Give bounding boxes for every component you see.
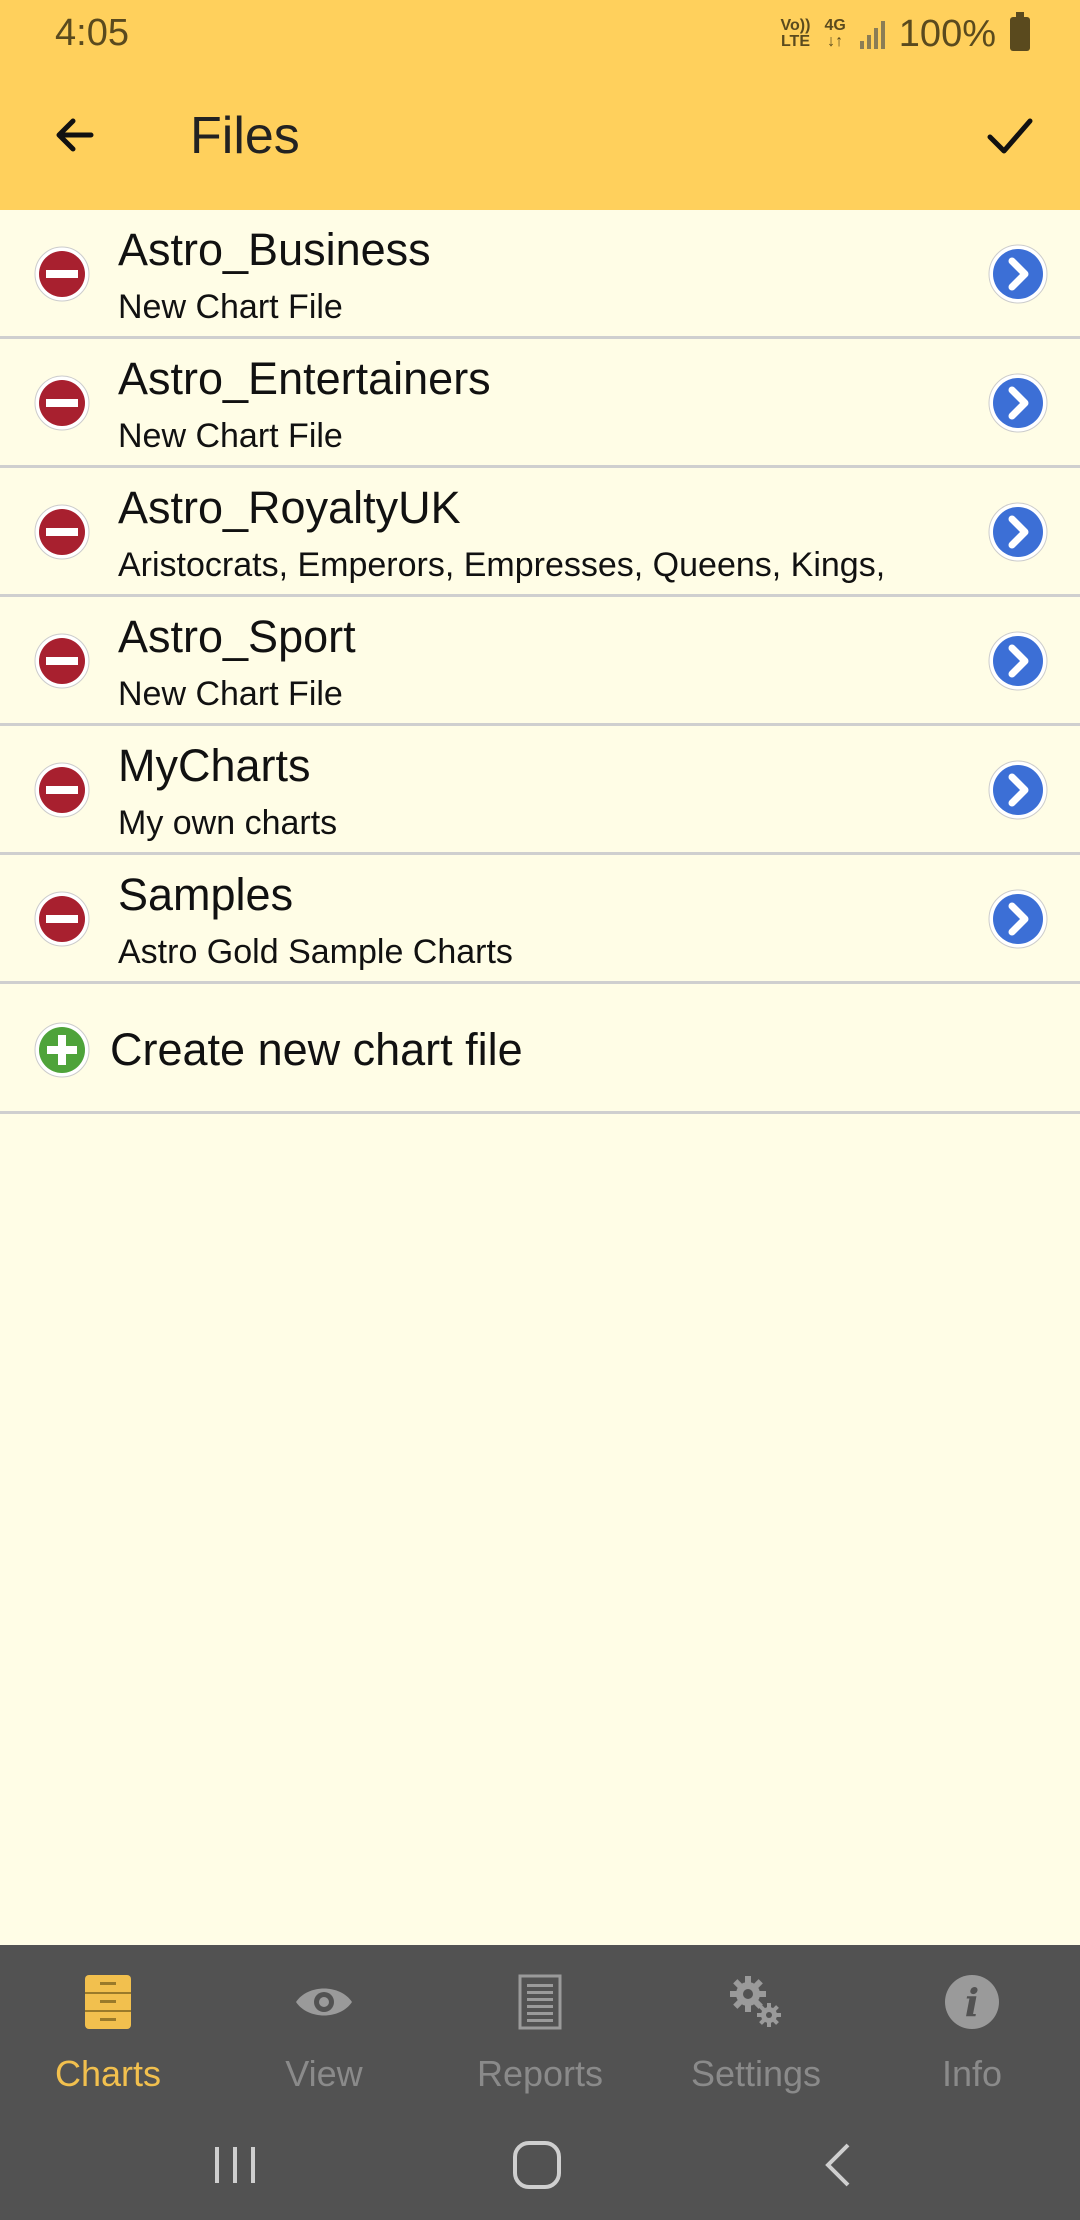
remove-icon[interactable] <box>34 762 90 818</box>
status-icons: Vo)) LTE 4G ↓↑ 100% <box>781 12 1030 56</box>
status-bar: 4:05 Vo)) LTE 4G ↓↑ 100% <box>0 0 1080 68</box>
chevron-left-icon <box>825 2143 850 2187</box>
chevron-right-circle-icon[interactable] <box>988 373 1048 433</box>
file-description: My own charts <box>118 804 338 842</box>
network-4g-icon: 4G ↓↑ <box>824 17 846 50</box>
file-description: Aristocrats, Emperors, Empresses, Queens… <box>118 546 886 584</box>
battery-icon <box>1010 12 1030 51</box>
chevron-right-circle-icon[interactable] <box>988 631 1048 691</box>
chevron-right-circle-icon[interactable] <box>988 502 1048 562</box>
recent-apps-icon <box>215 2147 255 2183</box>
confirm-button[interactable] <box>975 100 1045 170</box>
nav-charts[interactable]: Charts <box>0 1945 216 2105</box>
chevron-right-circle-icon[interactable] <box>988 889 1048 949</box>
file-description: New Chart File <box>118 417 343 455</box>
nav-info-label: Info <box>941 2053 1003 2094</box>
page-title: Files <box>190 107 300 165</box>
system-navigation-bar <box>0 2105 1080 2220</box>
system-back-button[interactable] <box>810 2137 870 2193</box>
remove-icon[interactable] <box>34 633 90 689</box>
nav-settings-label: Settings <box>690 2053 822 2094</box>
file-name: MyCharts <box>118 740 311 791</box>
status-time: 4:05 <box>55 12 129 54</box>
chevron-right-circle-icon[interactable] <box>988 760 1048 820</box>
info-icon: i <box>941 1971 1003 2033</box>
chevron-right-circle-icon[interactable] <box>988 244 1048 304</box>
file-name: Astro_RoyaltyUK <box>118 482 461 533</box>
back-button[interactable] <box>40 100 110 170</box>
remove-icon[interactable] <box>34 504 90 560</box>
app-header: 4:05 Vo)) LTE 4G ↓↑ 100% Files <box>0 0 1080 210</box>
document-icon <box>509 1971 571 2033</box>
recent-apps-button[interactable] <box>205 2137 265 2193</box>
create-new-file-label: Create new chart file <box>110 1024 523 1075</box>
file-row[interactable]: MyCharts My own charts <box>0 726 1080 855</box>
remove-icon[interactable] <box>34 891 90 947</box>
nav-info[interactable]: i Info <box>864 1945 1080 2105</box>
file-cabinet-icon <box>77 1971 139 2033</box>
create-new-file-row[interactable]: Create new chart file <box>0 984 1080 1114</box>
file-row[interactable]: Astro_Business New Chart File <box>0 210 1080 339</box>
remove-icon[interactable] <box>34 246 90 302</box>
file-row[interactable]: Astro_RoyaltyUK Aristocrats, Emperors, Em… <box>0 468 1080 597</box>
gears-icon <box>725 1971 787 2033</box>
file-name: Astro_Business <box>118 224 431 275</box>
nav-reports[interactable]: Reports <box>432 1945 648 2105</box>
home-button[interactable] <box>507 2137 567 2193</box>
file-name: Astro_Entertainers <box>118 353 491 404</box>
nav-charts-label: Charts <box>54 2053 162 2094</box>
file-row[interactable]: Astro_Entertainers New Chart File <box>0 339 1080 468</box>
battery-percent: 100% <box>898 12 996 55</box>
eye-icon <box>293 1971 355 2033</box>
file-name: Astro_Sport <box>118 611 356 662</box>
checkmark-icon <box>987 118 1033 154</box>
file-list: Astro_Business New Chart File Astro_Entert… <box>0 210 1080 1114</box>
svg-text:i: i <box>965 1980 979 2025</box>
nav-view-label: View <box>285 2053 363 2094</box>
file-description: Astro Gold Sample Charts <box>118 933 513 971</box>
nav-settings[interactable]: Settings <box>648 1945 864 2105</box>
signal-icon <box>859 19 885 49</box>
home-icon <box>513 2141 561 2189</box>
add-icon[interactable] <box>34 1022 90 1078</box>
file-description: New Chart File <box>118 675 343 713</box>
file-row[interactable]: Samples Astro Gold Sample Charts <box>0 855 1080 984</box>
file-row[interactable]: Astro_Sport New Chart File <box>0 597 1080 726</box>
nav-view[interactable]: View <box>216 1945 432 2105</box>
file-name: Samples <box>118 869 294 920</box>
nav-reports-label: Reports <box>476 2053 604 2094</box>
volte-icon: Vo)) LTE <box>780 17 811 50</box>
bottom-navigation: Charts View Reports Settings i Info <box>0 1945 1080 2105</box>
remove-icon[interactable] <box>34 375 90 431</box>
file-description: New Chart File <box>118 288 343 326</box>
arrow-left-icon <box>56 118 94 152</box>
